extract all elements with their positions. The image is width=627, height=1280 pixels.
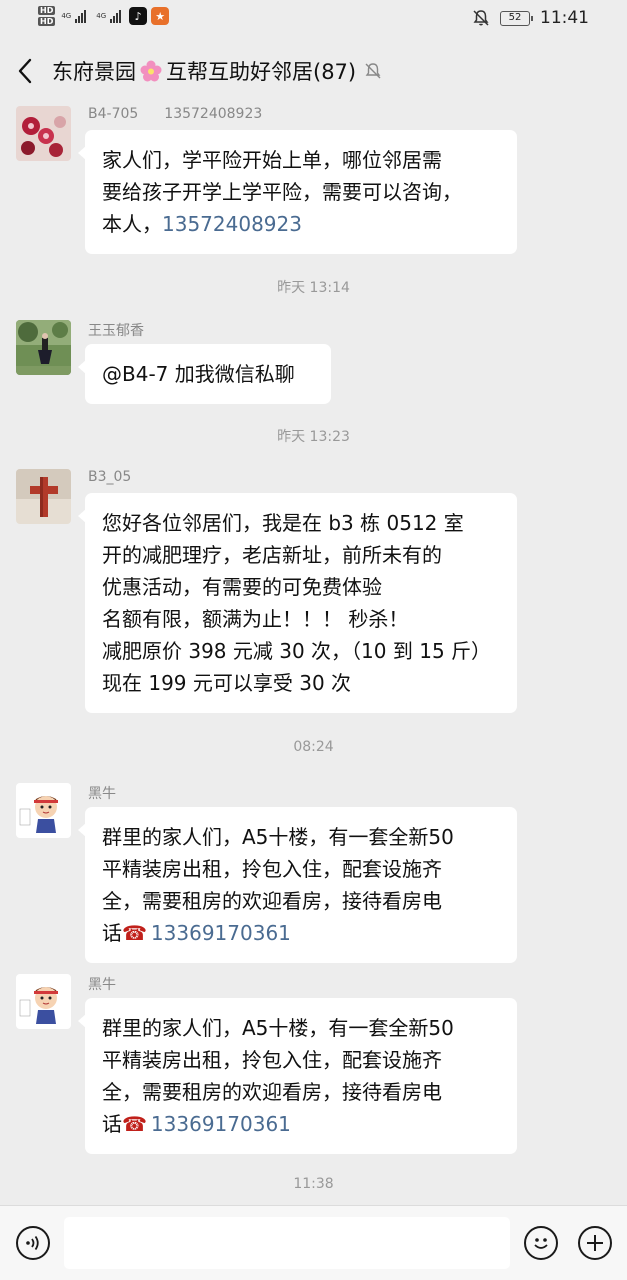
cross-avatar-image: [16, 469, 71, 524]
sakura-icon: [140, 60, 162, 82]
message-line: 群里的家人们，A5十楼，有一套全新50: [102, 1016, 454, 1040]
avatar[interactable]: [16, 469, 71, 524]
message-line: 话☎ 13369170361: [102, 917, 501, 949]
group-name: 东府景园: [52, 60, 136, 84]
phone-link[interactable]: 13369170361: [151, 921, 291, 945]
message-line: 本人，13572408923: [102, 208, 501, 240]
signal2-icon: [110, 9, 122, 23]
timestamp: 昨天 13:14: [277, 280, 350, 296]
back-button[interactable]: [0, 40, 50, 102]
message-line: @B4-7 加我微信私聊: [102, 362, 295, 386]
status-left: HD HD 4G 4G ♪ ★: [38, 6, 170, 26]
photo-avatar-image: [16, 320, 71, 375]
sim2-hd: HD: [38, 17, 56, 26]
message-line: 全，需要租房的欢迎看房，接待看房电: [102, 1080, 442, 1104]
avatar[interactable]: [16, 106, 71, 161]
sender-name: 黑牛: [88, 977, 116, 993]
avatar[interactable]: [16, 320, 71, 375]
add-button[interactable]: [578, 1226, 612, 1260]
message-line: 全，需要租房的欢迎看房，接待看房电: [102, 889, 442, 913]
telephone-icon: ☎: [122, 1112, 147, 1136]
message-bubble[interactable]: 群里的家人们，A5十楼，有一套全新50 平精装房出租，拎包入住，配套设施齐 全，…: [78, 807, 517, 963]
emoji-icon: [534, 1238, 548, 1249]
bell-off-icon: [365, 63, 381, 79]
flower-avatar-image: [16, 106, 71, 161]
emoji-button[interactable]: [524, 1226, 558, 1260]
status-bar: HD HD 4G 4G ♪ ★ 52 11:41: [0, 0, 627, 40]
tiktok-icon: ♪: [129, 7, 148, 25]
sim1-hd: HD: [38, 6, 56, 15]
cartoon-avatar-image: [16, 783, 71, 838]
chat-header: 东府景园 互帮互助好邻居(87): [0, 40, 627, 102]
message-line: 名额有限，额满为止！！！ 秒杀！: [102, 607, 409, 631]
phone-link[interactable]: 13369170361: [151, 1112, 291, 1136]
message-input[interactable]: [64, 1217, 510, 1269]
message-line: 现在 199 元可以享受 30 次: [102, 671, 352, 695]
message-text: 话: [102, 1112, 122, 1136]
cartoon-avatar-image: [16, 974, 71, 1029]
clock: 11:41: [540, 8, 589, 28]
message-text: 话: [102, 921, 122, 945]
chat-title[interactable]: 东府景园 互帮互助好邻居(87): [52, 56, 356, 86]
sim-indicators: HD HD: [38, 6, 56, 26]
sender-name: 王玉郁香: [88, 323, 144, 339]
message-bubble[interactable]: 您好各位邻居们，我是在 b3 栋 0512 室 开的减肥理疗，老店新址，前所未有…: [78, 493, 517, 713]
group-suffix: 互帮互助好邻居(87): [166, 60, 357, 84]
mute-indicator: [364, 62, 382, 80]
avatar[interactable]: [16, 783, 71, 838]
timestamp: 11:38: [293, 1176, 334, 1192]
message-line: 平精装房出租，拎包入住，配套设施齐: [102, 857, 442, 881]
message-bubble[interactable]: 群里的家人们，A5十楼，有一套全新50 平精装房出租，拎包入住，配套设施齐 全，…: [78, 998, 517, 1154]
message-line: 平精装房出租，拎包入住，配套设施齐: [102, 1048, 442, 1072]
message-line: 您好各位邻居们，我是在 b3 栋 0512 室: [102, 511, 464, 535]
input-bar: [0, 1205, 627, 1280]
sender-phone: 13572408923: [164, 106, 263, 122]
sender-name: B3_05: [88, 469, 132, 485]
voice-icon: [26, 1235, 39, 1251]
message-line: 家人们，学平险开始上单，哪位邻居需: [102, 148, 442, 172]
message-line: 开的减肥理疗，老店新址，前所未有的: [102, 543, 442, 567]
sender-name: 黑牛: [88, 786, 116, 802]
message-bubble[interactable]: @B4-7 加我微信私聊: [78, 344, 331, 404]
signal1-icon: [75, 9, 87, 23]
timestamp: 08:24: [293, 739, 334, 755]
phone-link[interactable]: 13572408923: [162, 212, 302, 236]
sender-name: B4-705 13572408923: [88, 106, 262, 122]
message-text: 本人，: [102, 212, 162, 236]
network2-label: 4G: [96, 12, 107, 20]
sender-label: B4-705: [88, 106, 139, 122]
app-notification-icon: ★: [151, 7, 170, 25]
notification-off-icon: [473, 10, 489, 26]
voice-button[interactable]: [16, 1226, 50, 1260]
timestamp: 昨天 13:23: [277, 429, 350, 445]
message-line: 要给孩子开学上学平险，需要可以咨询，: [102, 180, 462, 204]
plus-icon: [587, 1235, 603, 1251]
status-right: 52 11:41: [472, 8, 589, 28]
chevron-left-icon: [18, 58, 32, 84]
message-line: 减肥原价 398 元减 30 次，（10 到 15 斤）: [102, 639, 492, 663]
battery-indicator: 52: [500, 10, 533, 26]
network1-label: 4G: [61, 12, 72, 20]
message-line: 话☎ 13369170361: [102, 1108, 501, 1140]
avatar[interactable]: [16, 974, 71, 1029]
message-line: 优惠活动，有需要的可免费体验: [102, 575, 382, 599]
message-bubble[interactable]: 家人们，学平险开始上单，哪位邻居需 要给孩子开学上学平险，需要可以咨询， 本人，…: [78, 130, 517, 254]
message-line: 群里的家人们，A5十楼，有一套全新50: [102, 825, 454, 849]
telephone-icon: ☎: [122, 921, 147, 945]
